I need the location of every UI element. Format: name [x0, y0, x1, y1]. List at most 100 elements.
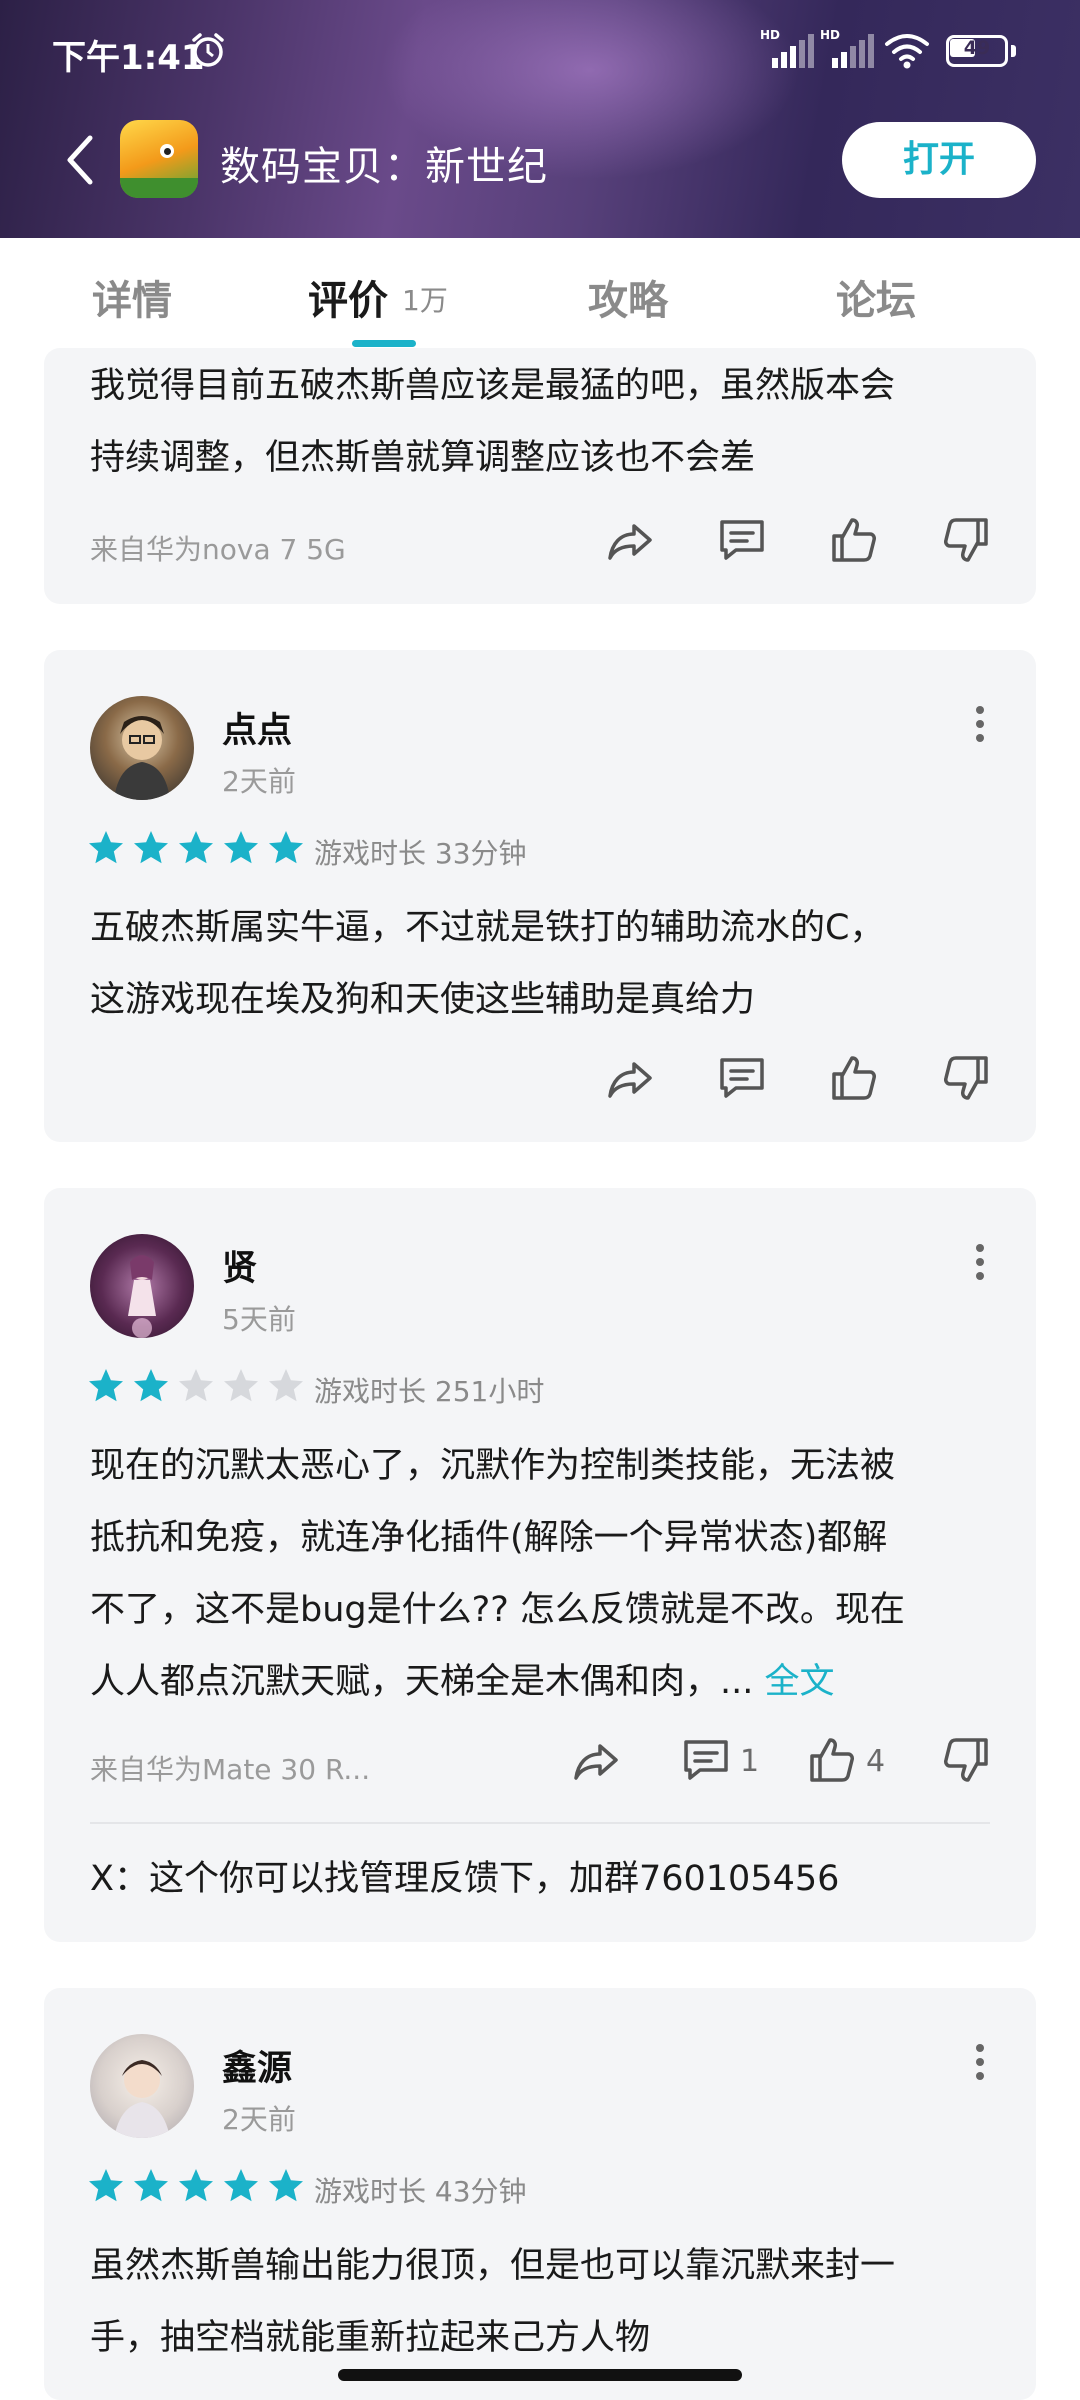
review-text-line: 抵抗和免疫，就连净化插件(解除一个异常状态)都解 — [90, 1518, 888, 1558]
more-options-icon[interactable] — [968, 704, 992, 744]
tab-reviews-count: 1万 — [402, 284, 448, 317]
review-time: 2天前 — [222, 2103, 296, 2136]
star-empty-icon — [269, 1369, 303, 1402]
username[interactable]: 点点 — [222, 702, 292, 753]
avatar[interactable] — [90, 1234, 194, 1338]
comment-icon — [720, 1058, 764, 1098]
thumbs-up-icon — [832, 1056, 876, 1100]
thumbs-down-icon — [944, 1056, 988, 1100]
like-count: 4 — [866, 1744, 886, 1779]
star-filled-icon — [224, 831, 258, 864]
dislike-button[interactable] — [940, 1052, 992, 1108]
review-text: 现在的沉默太恶心了，沉默作为控制类技能，无法被 抵抗和免疫，就连净化插件(解除一… — [90, 1430, 905, 1718]
review-text-line: 持续调整，但杰斯兽就算调整应该也不会差 — [90, 438, 756, 478]
app-header: 下午1:41 HD HD 49 数码宝贝：新世纪 打开 — [0, 0, 1080, 238]
full-text-link[interactable]: 全文 — [765, 1662, 835, 1702]
app-title: 数码宝贝：新世纪 — [220, 144, 548, 190]
review-card: 鑫源 2天前 游戏时长 43分钟 虽然杰斯兽输出能力很顶，但是也可以靠沉默来封一… — [44, 1988, 1036, 2400]
share-button[interactable] — [604, 514, 656, 570]
review-text-line: 手，抽空档就能重新拉起来己方人物 — [90, 2318, 651, 2358]
review-text: 五破杰斯属实牛逼，不过就是铁打的辅助流水的C， 这游戏现在埃及狗和天使这些辅助是… — [90, 892, 884, 1036]
star-filled-icon — [269, 2169, 303, 2202]
share-icon — [608, 1062, 652, 1098]
divider — [90, 1822, 990, 1824]
dislike-button[interactable] — [940, 1734, 992, 1790]
signal-icon: HD — [758, 28, 816, 70]
hd-label: HD — [760, 28, 781, 42]
star-filled-icon — [134, 2169, 168, 2202]
avatar[interactable] — [90, 2034, 194, 2138]
home-indicator — [338, 2369, 742, 2381]
star-filled-icon — [89, 1369, 123, 1402]
comment-icon — [720, 520, 764, 560]
username[interactable]: 鑫源 — [222, 2040, 292, 2091]
tab-bar: 详情 评价 1万 攻略 论坛 — [0, 238, 1080, 348]
star-filled-icon — [179, 831, 213, 864]
like-button[interactable] — [828, 514, 880, 570]
playtime: 游戏时长 33分钟 — [314, 837, 527, 870]
more-options-icon[interactable] — [968, 1242, 992, 1282]
star-filled-icon — [89, 2169, 123, 2202]
share-button[interactable] — [604, 1052, 656, 1108]
review-text-line: 不了，这不是bug是什么?? 怎么反馈就是不改。现在 — [90, 1590, 905, 1630]
tab-active-indicator — [352, 340, 416, 347]
review-text-line: 人人都点沉默天赋，天梯全是木偶和肉，... 全文 — [90, 1646, 905, 1718]
reply-text[interactable]: X：这个你可以找管理反馈下，加群760105456 — [90, 1850, 839, 1901]
review-time: 5天前 — [222, 1303, 296, 1336]
review-text: 虽然杰斯兽输出能力很顶，但是也可以靠沉默来封一 手，抽空档就能重新拉起来己方人物 — [90, 2230, 895, 2374]
playtime: 游戏时长 43分钟 — [314, 2175, 527, 2208]
thumbs-down-icon — [944, 518, 988, 562]
thumbs-up-icon — [832, 518, 876, 562]
thumbs-down-icon — [944, 1738, 988, 1782]
tab-details[interactable]: 详情 — [92, 268, 172, 326]
dislike-button[interactable] — [940, 514, 992, 570]
comment-icon — [684, 1740, 728, 1780]
status-time: 下午1:41 — [52, 38, 205, 78]
username[interactable]: 贤 — [222, 1240, 257, 1291]
star-empty-icon — [224, 1369, 258, 1402]
review-text-line: 虽然杰斯兽输出能力很顶，但是也可以靠沉默来封一 — [90, 2246, 896, 2286]
review-text-line: 这游戏现在埃及狗和天使这些辅助是真给力 — [90, 980, 756, 1020]
star-filled-icon — [89, 831, 123, 864]
app-icon — [120, 120, 198, 198]
review-text-segment: 人人都点沉默天赋，天梯全是木偶和肉，... — [90, 1662, 765, 1702]
alarm-icon — [192, 33, 224, 67]
hd-label: HD — [820, 28, 841, 42]
review-time: 2天前 — [222, 765, 296, 798]
device-source: 来自华为nova 7 5G — [90, 533, 346, 566]
comment-count: 1 — [740, 1744, 760, 1779]
like-button[interactable] — [828, 1052, 880, 1108]
tab-forum[interactable]: 论坛 — [836, 268, 916, 326]
tab-guides[interactable]: 攻略 — [588, 268, 668, 326]
star-filled-icon — [179, 2169, 213, 2202]
star-filled-icon — [134, 831, 168, 864]
star-rating — [86, 1366, 311, 1406]
playtime: 游戏时长 251小时 — [314, 1375, 545, 1408]
review-card: 点点 2天前 游戏时长 33分钟 五破杰斯属实牛逼，不过就是铁打的辅助流水的C，… — [44, 650, 1036, 1142]
comment-button[interactable] — [716, 1052, 768, 1108]
device-source: 来自华为Mate 30 R... — [90, 1753, 371, 1786]
star-filled-icon — [224, 2169, 258, 2202]
open-button[interactable]: 打开 — [842, 122, 1036, 198]
signal-icon: HD — [818, 28, 876, 70]
status-bar: 下午1:41 HD HD 49 — [0, 0, 1080, 100]
share-icon — [574, 1744, 618, 1780]
star-rating — [86, 828, 311, 868]
share-button[interactable] — [570, 1734, 622, 1790]
review-text-line: 五破杰斯属实牛逼，不过就是铁打的辅助流水的C， — [90, 908, 885, 948]
more-options-icon[interactable] — [968, 2042, 992, 2082]
thumbs-up-icon — [810, 1738, 854, 1782]
comment-button[interactable]: 1 — [680, 1734, 780, 1790]
review-card: 我觉得目前五破杰斯兽应该是最猛的吧，虽然版本会 持续调整，但杰斯兽就算调整应该也… — [44, 348, 1036, 604]
star-empty-icon — [179, 1369, 213, 1402]
like-button[interactable]: 4 — [806, 1734, 906, 1790]
tab-reviews-label: 评价 — [308, 278, 388, 324]
review-card: 贤 5天前 游戏时长 251小时 现在的沉默太恶心了，沉默作为控制类技能，无法被… — [44, 1188, 1036, 1942]
avatar[interactable] — [90, 696, 194, 800]
tab-reviews[interactable]: 评价 1万 — [308, 268, 448, 326]
back-arrow-icon[interactable] — [56, 128, 104, 192]
review-text-line: 现在的沉默太恶心了，沉默作为控制类技能，无法被 — [90, 1446, 896, 1486]
star-rating — [86, 2166, 311, 2206]
comment-button[interactable] — [716, 514, 768, 570]
share-icon — [608, 524, 652, 560]
